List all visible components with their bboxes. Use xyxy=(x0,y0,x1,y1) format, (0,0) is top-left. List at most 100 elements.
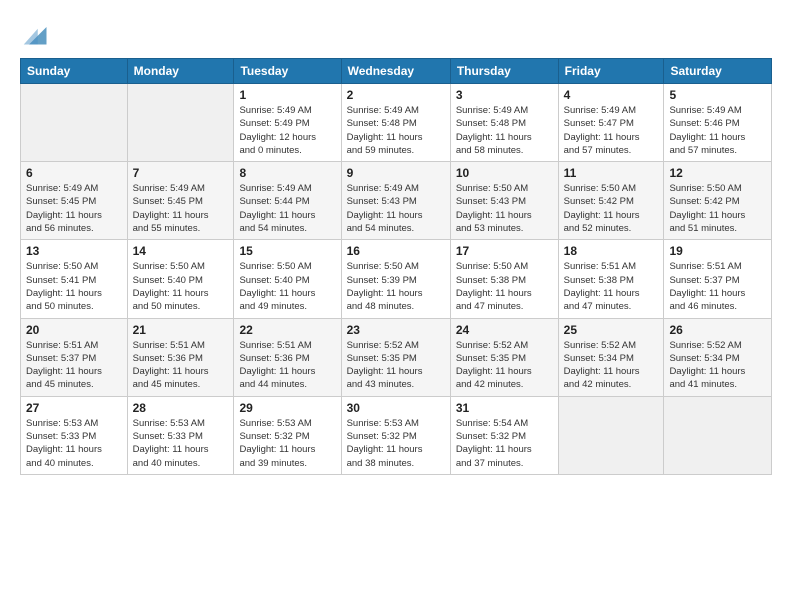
cell-day-number: 10 xyxy=(456,166,553,180)
weekday-header-monday: Monday xyxy=(127,59,234,84)
calendar-cell: 25 Sunrise: 5:52 AMSunset: 5:34 PMDayligh… xyxy=(558,318,664,396)
calendar-cell: 14 Sunrise: 5:50 AMSunset: 5:40 PMDayligh… xyxy=(127,240,234,318)
weekday-header-sunday: Sunday xyxy=(21,59,128,84)
calendar-table: SundayMondayTuesdayWednesdayThursdayFrid… xyxy=(20,58,772,475)
calendar-cell: 9Sunrise: 5:49 AMSunset: 5:43 PMDaylight… xyxy=(341,162,450,240)
cell-day-number: 24 xyxy=(456,323,553,337)
cell-day-number: 21 xyxy=(133,323,229,337)
cell-day-number: 14 xyxy=(133,244,229,258)
cell-info-text: Sunrise: 5:52 AMSunset: 5:35 PMDaylight:… xyxy=(456,339,553,392)
calendar-cell: 11Sunrise: 5:50 AMSunset: 5:42 PMDayligh… xyxy=(558,162,664,240)
weekday-header-friday: Friday xyxy=(558,59,664,84)
calendar-cell: 2 Sunrise: 5:49 AMSunset: 5:48 PMDaylight… xyxy=(341,84,450,162)
calendar-week-row: 6 Sunrise: 5:49 AMSunset: 5:45 PMDaylight… xyxy=(21,162,772,240)
cell-day-number: 20 xyxy=(26,323,122,337)
cell-day-number: 12 xyxy=(669,166,766,180)
calendar-week-row: 1 Sunrise: 5:49 AMSunset: 5:49 PMDaylight… xyxy=(21,84,772,162)
cell-info-text: Sunrise: 5:52 AMSunset: 5:34 PMDaylight:… xyxy=(669,339,766,392)
cell-info-text: Sunrise: 5:51 AMSunset: 5:38 PMDaylight:… xyxy=(564,260,659,313)
cell-info-text: Sunrise: 5:49 AMSunset: 5:49 PMDaylight:… xyxy=(239,104,335,157)
logo-icon xyxy=(22,20,50,48)
calendar-cell: 4 Sunrise: 5:49 AMSunset: 5:47 PMDaylight… xyxy=(558,84,664,162)
cell-day-number: 29 xyxy=(239,401,335,415)
cell-info-text: Sunrise: 5:52 AMSunset: 5:35 PMDaylight:… xyxy=(347,339,445,392)
cell-day-number: 8 xyxy=(239,166,335,180)
cell-info-text: Sunrise: 5:51 AMSunset: 5:36 PMDaylight:… xyxy=(239,339,335,392)
cell-info-text: Sunrise: 5:49 AMSunset: 5:48 PMDaylight:… xyxy=(347,104,445,157)
calendar-cell: 30 Sunrise: 5:53 AMSunset: 5:32 PMDayligh… xyxy=(341,396,450,474)
calendar-cell: 22Sunrise: 5:51 AMSunset: 5:36 PMDayligh… xyxy=(234,318,341,396)
calendar-cell: 20 Sunrise: 5:51 AMSunset: 5:37 PMDayligh… xyxy=(21,318,128,396)
calendar-cell: 19Sunrise: 5:51 AMSunset: 5:37 PMDayligh… xyxy=(664,240,772,318)
calendar-cell: 15 Sunrise: 5:50 AMSunset: 5:40 PMDayligh… xyxy=(234,240,341,318)
cell-info-text: Sunrise: 5:53 AMSunset: 5:33 PMDaylight:… xyxy=(26,417,122,470)
calendar-cell: 12Sunrise: 5:50 AMSunset: 5:42 PMDayligh… xyxy=(664,162,772,240)
cell-day-number: 6 xyxy=(26,166,122,180)
cell-day-number: 15 xyxy=(239,244,335,258)
cell-info-text: Sunrise: 5:53 AMSunset: 5:33 PMDaylight:… xyxy=(133,417,229,470)
cell-info-text: Sunrise: 5:49 AMSunset: 5:44 PMDaylight:… xyxy=(239,182,335,235)
cell-info-text: Sunrise: 5:50 AMSunset: 5:38 PMDaylight:… xyxy=(456,260,553,313)
cell-day-number: 1 xyxy=(239,88,335,102)
cell-day-number: 31 xyxy=(456,401,553,415)
cell-day-number: 28 xyxy=(133,401,229,415)
cell-info-text: Sunrise: 5:54 AMSunset: 5:32 PMDaylight:… xyxy=(456,417,553,470)
cell-day-number: 2 xyxy=(347,88,445,102)
cell-day-number: 30 xyxy=(347,401,445,415)
cell-day-number: 23 xyxy=(347,323,445,337)
cell-info-text: Sunrise: 5:49 AMSunset: 5:47 PMDaylight:… xyxy=(564,104,659,157)
calendar-cell: 27 Sunrise: 5:53 AMSunset: 5:33 PMDayligh… xyxy=(21,396,128,474)
cell-day-number: 5 xyxy=(669,88,766,102)
cell-day-number: 25 xyxy=(564,323,659,337)
cell-day-number: 27 xyxy=(26,401,122,415)
calendar-cell: 24 Sunrise: 5:52 AMSunset: 5:35 PMDayligh… xyxy=(450,318,558,396)
header xyxy=(20,18,772,48)
cell-info-text: Sunrise: 5:50 AMSunset: 5:41 PMDaylight:… xyxy=(26,260,122,313)
calendar-cell: 3Sunrise: 5:49 AMSunset: 5:48 PMDaylight… xyxy=(450,84,558,162)
cell-info-text: Sunrise: 5:49 AMSunset: 5:45 PMDaylight:… xyxy=(133,182,229,235)
calendar-cell: 18Sunrise: 5:51 AMSunset: 5:38 PMDayligh… xyxy=(558,240,664,318)
calendar-cell xyxy=(558,396,664,474)
cell-day-number: 4 xyxy=(564,88,659,102)
cell-info-text: Sunrise: 5:51 AMSunset: 5:36 PMDaylight:… xyxy=(133,339,229,392)
cell-day-number: 16 xyxy=(347,244,445,258)
weekday-header-saturday: Saturday xyxy=(664,59,772,84)
calendar-cell xyxy=(21,84,128,162)
calendar-cell: 6 Sunrise: 5:49 AMSunset: 5:45 PMDaylight… xyxy=(21,162,128,240)
calendar-cell: 8 Sunrise: 5:49 AMSunset: 5:44 PMDaylight… xyxy=(234,162,341,240)
cell-info-text: Sunrise: 5:52 AMSunset: 5:34 PMDaylight:… xyxy=(564,339,659,392)
weekday-header-wednesday: Wednesday xyxy=(341,59,450,84)
cell-day-number: 13 xyxy=(26,244,122,258)
logo xyxy=(20,18,50,48)
calendar-cell: 7Sunrise: 5:49 AMSunset: 5:45 PMDaylight… xyxy=(127,162,234,240)
cell-info-text: Sunrise: 5:53 AMSunset: 5:32 PMDaylight:… xyxy=(239,417,335,470)
calendar-cell: 5 Sunrise: 5:49 AMSunset: 5:46 PMDaylight… xyxy=(664,84,772,162)
cell-info-text: Sunrise: 5:50 AMSunset: 5:39 PMDaylight:… xyxy=(347,260,445,313)
cell-info-text: Sunrise: 5:50 AMSunset: 5:43 PMDaylight:… xyxy=(456,182,553,235)
cell-info-text: Sunrise: 5:49 AMSunset: 5:46 PMDaylight:… xyxy=(669,104,766,157)
cell-day-number: 19 xyxy=(669,244,766,258)
calendar-cell: 17 Sunrise: 5:50 AMSunset: 5:38 PMDayligh… xyxy=(450,240,558,318)
calendar-cell: 23 Sunrise: 5:52 AMSunset: 5:35 PMDayligh… xyxy=(341,318,450,396)
calendar-cell: 13 Sunrise: 5:50 AMSunset: 5:41 PMDayligh… xyxy=(21,240,128,318)
calendar-week-row: 13 Sunrise: 5:50 AMSunset: 5:41 PMDayligh… xyxy=(21,240,772,318)
cell-info-text: Sunrise: 5:49 AMSunset: 5:48 PMDaylight:… xyxy=(456,104,553,157)
weekday-header-row: SundayMondayTuesdayWednesdayThursdayFrid… xyxy=(21,59,772,84)
calendar-cell: 31 Sunrise: 5:54 AMSunset: 5:32 PMDayligh… xyxy=(450,396,558,474)
calendar-cell: 28 Sunrise: 5:53 AMSunset: 5:33 PMDayligh… xyxy=(127,396,234,474)
cell-info-text: Sunrise: 5:50 AMSunset: 5:40 PMDaylight:… xyxy=(239,260,335,313)
calendar-week-row: 20 Sunrise: 5:51 AMSunset: 5:37 PMDayligh… xyxy=(21,318,772,396)
calendar-cell: 26Sunrise: 5:52 AMSunset: 5:34 PMDayligh… xyxy=(664,318,772,396)
calendar-cell xyxy=(127,84,234,162)
calendar-cell xyxy=(664,396,772,474)
cell-info-text: Sunrise: 5:53 AMSunset: 5:32 PMDaylight:… xyxy=(347,417,445,470)
cell-info-text: Sunrise: 5:49 AMSunset: 5:45 PMDaylight:… xyxy=(26,182,122,235)
calendar-week-row: 27 Sunrise: 5:53 AMSunset: 5:33 PMDayligh… xyxy=(21,396,772,474)
cell-info-text: Sunrise: 5:49 AMSunset: 5:43 PMDaylight:… xyxy=(347,182,445,235)
calendar-cell: 21 Sunrise: 5:51 AMSunset: 5:36 PMDayligh… xyxy=(127,318,234,396)
cell-info-text: Sunrise: 5:50 AMSunset: 5:40 PMDaylight:… xyxy=(133,260,229,313)
cell-day-number: 17 xyxy=(456,244,553,258)
cell-info-text: Sunrise: 5:51 AMSunset: 5:37 PMDaylight:… xyxy=(26,339,122,392)
calendar-cell: 16 Sunrise: 5:50 AMSunset: 5:39 PMDayligh… xyxy=(341,240,450,318)
calendar-cell: 29 Sunrise: 5:53 AMSunset: 5:32 PMDayligh… xyxy=(234,396,341,474)
